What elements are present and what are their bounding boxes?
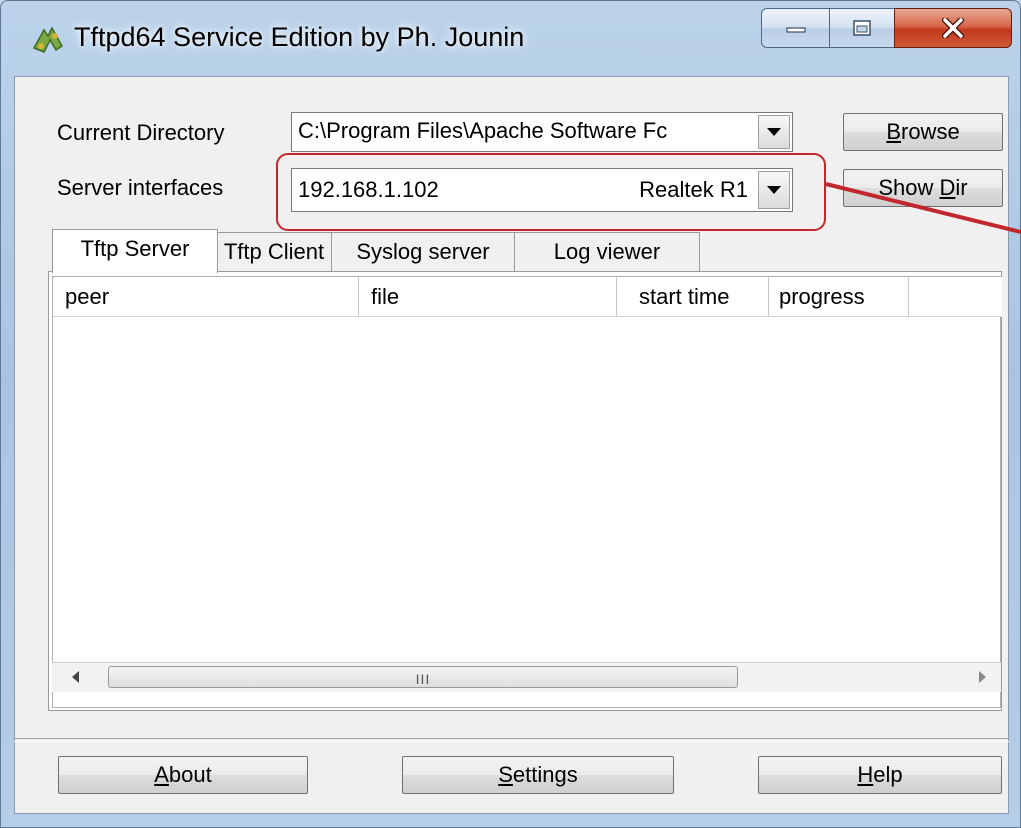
minimize-icon: [785, 27, 806, 33]
chevron-down-icon: [767, 128, 781, 136]
horizontal-scrollbar[interactable]: III: [52, 662, 1001, 692]
current-directory-combo[interactable]: C:\Program Files\Apache Software Fc: [291, 112, 793, 152]
column-header-peer[interactable]: peer: [53, 277, 359, 317]
help-label-rest: elp: [873, 762, 903, 787]
browse-button[interactable]: Browse: [843, 113, 1003, 151]
minimize-button[interactable]: [761, 8, 830, 48]
showdir-label-pre: Show: [878, 175, 940, 200]
maximize-icon: [853, 20, 871, 36]
scrollbar-grip: III: [415, 671, 431, 687]
tftpd-app-icon: [32, 26, 63, 53]
current-directory-value: C:\Program Files\Apache Software Fc: [298, 118, 668, 143]
showdir-label-post: ir: [955, 175, 968, 200]
scrollbar-thumb[interactable]: III: [108, 666, 738, 688]
scroll-right-icon[interactable]: [978, 670, 988, 684]
app-window: Tftpd64 Service Edition by Ph. Jounin Cu…: [0, 0, 1021, 828]
settings-button[interactable]: Settings: [402, 756, 674, 794]
column-header-progress[interactable]: progress: [769, 277, 909, 317]
about-button[interactable]: About: [58, 756, 308, 794]
settings-label-rest: ettings: [512, 762, 578, 787]
dropdown-button[interactable]: [758, 115, 790, 149]
show-dir-button[interactable]: Show Dir: [843, 169, 1003, 207]
column-header-start-time[interactable]: start time: [617, 277, 769, 317]
about-label-key: A: [154, 762, 169, 787]
maximize-button[interactable]: [829, 8, 895, 48]
about-label-rest: bout: [168, 762, 212, 787]
close-button[interactable]: [894, 8, 1012, 48]
current-directory-label: Current Directory: [57, 120, 225, 145]
tab-tftp-client[interactable]: Tftp Client: [216, 232, 332, 272]
column-header-file[interactable]: file: [359, 277, 617, 317]
help-label-key: H: [857, 762, 874, 787]
close-icon: [942, 18, 964, 38]
browse-label-post: rowse: [901, 119, 960, 144]
annotation-highlight-box: [276, 153, 826, 231]
tab-tftp-server[interactable]: Tftp Server: [52, 229, 218, 273]
server-interfaces-label: Server interfaces: [57, 175, 224, 200]
browse-label-key: B: [886, 119, 901, 144]
column-header-extra[interactable]: [909, 277, 1002, 317]
help-button[interactable]: Help: [758, 756, 1002, 794]
tab-syslog-server[interactable]: Syslog server: [331, 232, 515, 272]
transfer-list[interactable]: peer file start time progress: [52, 276, 1002, 708]
settings-label-key: S: [498, 762, 513, 787]
title-bar[interactable]: Tftpd64 Service Edition by Ph. Jounin: [0, 0, 1021, 76]
window-title: Tftpd64 Service Edition by Ph. Jounin: [74, 22, 525, 52]
tab-log-viewer[interactable]: Log viewer: [514, 232, 700, 272]
footer-separator: [14, 738, 1009, 742]
showdir-label-key: D: [939, 175, 956, 200]
scroll-left-icon[interactable]: [70, 670, 80, 684]
